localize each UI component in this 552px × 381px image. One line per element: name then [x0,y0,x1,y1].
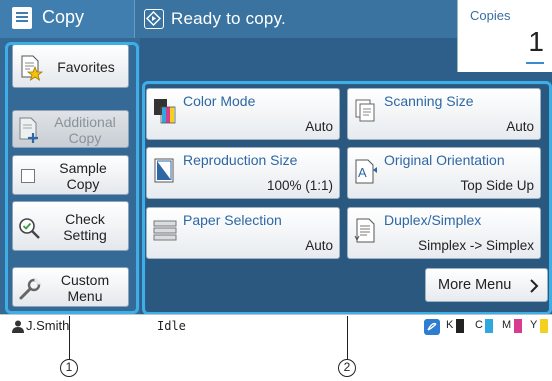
ink-c-label: C [475,319,483,331]
ink-m-label: M [502,319,512,331]
svg-text:A: A [358,165,367,180]
paper-selection-title: Paper Selection [183,212,282,228]
reproduction-size-value: 100% (1:1) [266,178,333,193]
original-orientation-value: Top Side Up [460,178,534,193]
user-name: J.Smith [26,318,70,333]
scanning-size-title: Scanning Size [384,93,474,109]
start-icon [144,9,164,29]
paper-selection-value: Auto [305,238,333,253]
status-message: Ready to copy. [171,9,286,28]
callout-number-1: 1 [60,359,78,377]
machine-status: Idle [157,319,186,333]
sidebar-callout-frame [5,42,139,314]
ink-y-label: Y [530,319,538,331]
ink-c: C [475,319,501,334]
copies-value: 1 [528,26,544,57]
original-orientation-button[interactable]: A Original Orientation Top Side Up [347,147,541,199]
copy-document-icon [12,7,32,29]
duplex-simplex-button[interactable]: Duplex/Simplex Simplex -> Simplex [347,207,541,259]
scanning-size-button[interactable]: Scanning Size Auto [347,88,541,140]
callout-leader-1 [69,316,70,359]
callout-leader-2 [347,316,348,359]
ink-m: M [502,319,528,334]
color-mode-value: Auto [305,119,333,134]
duplex-simplex-value: Simplex -> Simplex [418,238,534,253]
paper-selection-button[interactable]: Paper Selection Auto [146,207,340,259]
ink-y-level [540,319,548,333]
app-title-bar: Copy [0,0,135,38]
scanning-size-icon [355,99,375,122]
copies-cursor [526,62,544,64]
callout-number-2: 2 [338,359,356,377]
original-orientation-title: Original Orientation [384,152,505,168]
color-mode-title: Color Mode [183,93,256,109]
original-orientation-icon: A [355,159,377,184]
user-icon [12,320,24,333]
reproduction-size-button[interactable]: Reproduction Size 100% (1:1) [146,147,340,199]
duplex-simplex-icon [354,218,375,243]
more-menu-button[interactable]: More Menu [425,268,548,302]
scanning-size-value: Auto [506,119,534,134]
chevron-right-icon [530,279,539,293]
ink-k: K [446,319,472,334]
reproduction-size-icon [154,158,174,183]
ink-k-label: K [446,319,454,331]
ink-m-level [514,319,522,333]
ink-y: Y [530,319,552,334]
more-menu-label: More Menu [438,277,512,293]
reproduction-size-title: Reproduction Size [183,152,298,168]
duplex-simplex-title: Duplex/Simplex [384,212,482,228]
app-title: Copy [42,7,85,27]
ink-k-level [456,319,464,333]
copies-counter[interactable]: Copies 1 [457,0,552,72]
copy-screen: Copy Ready to copy. Copies 1 Favorites A… [0,0,552,338]
network-icon [424,319,440,335]
color-mode-icon [154,99,176,124]
paper-tray-icon [153,220,177,241]
footer-bar: J.Smith Idle K C M Y [0,314,552,338]
copies-label: Copies [470,8,511,23]
status-bar: Ready to copy. [135,0,457,38]
ink-c-level [485,319,493,333]
color-mode-button[interactable]: Color Mode Auto [146,88,340,140]
